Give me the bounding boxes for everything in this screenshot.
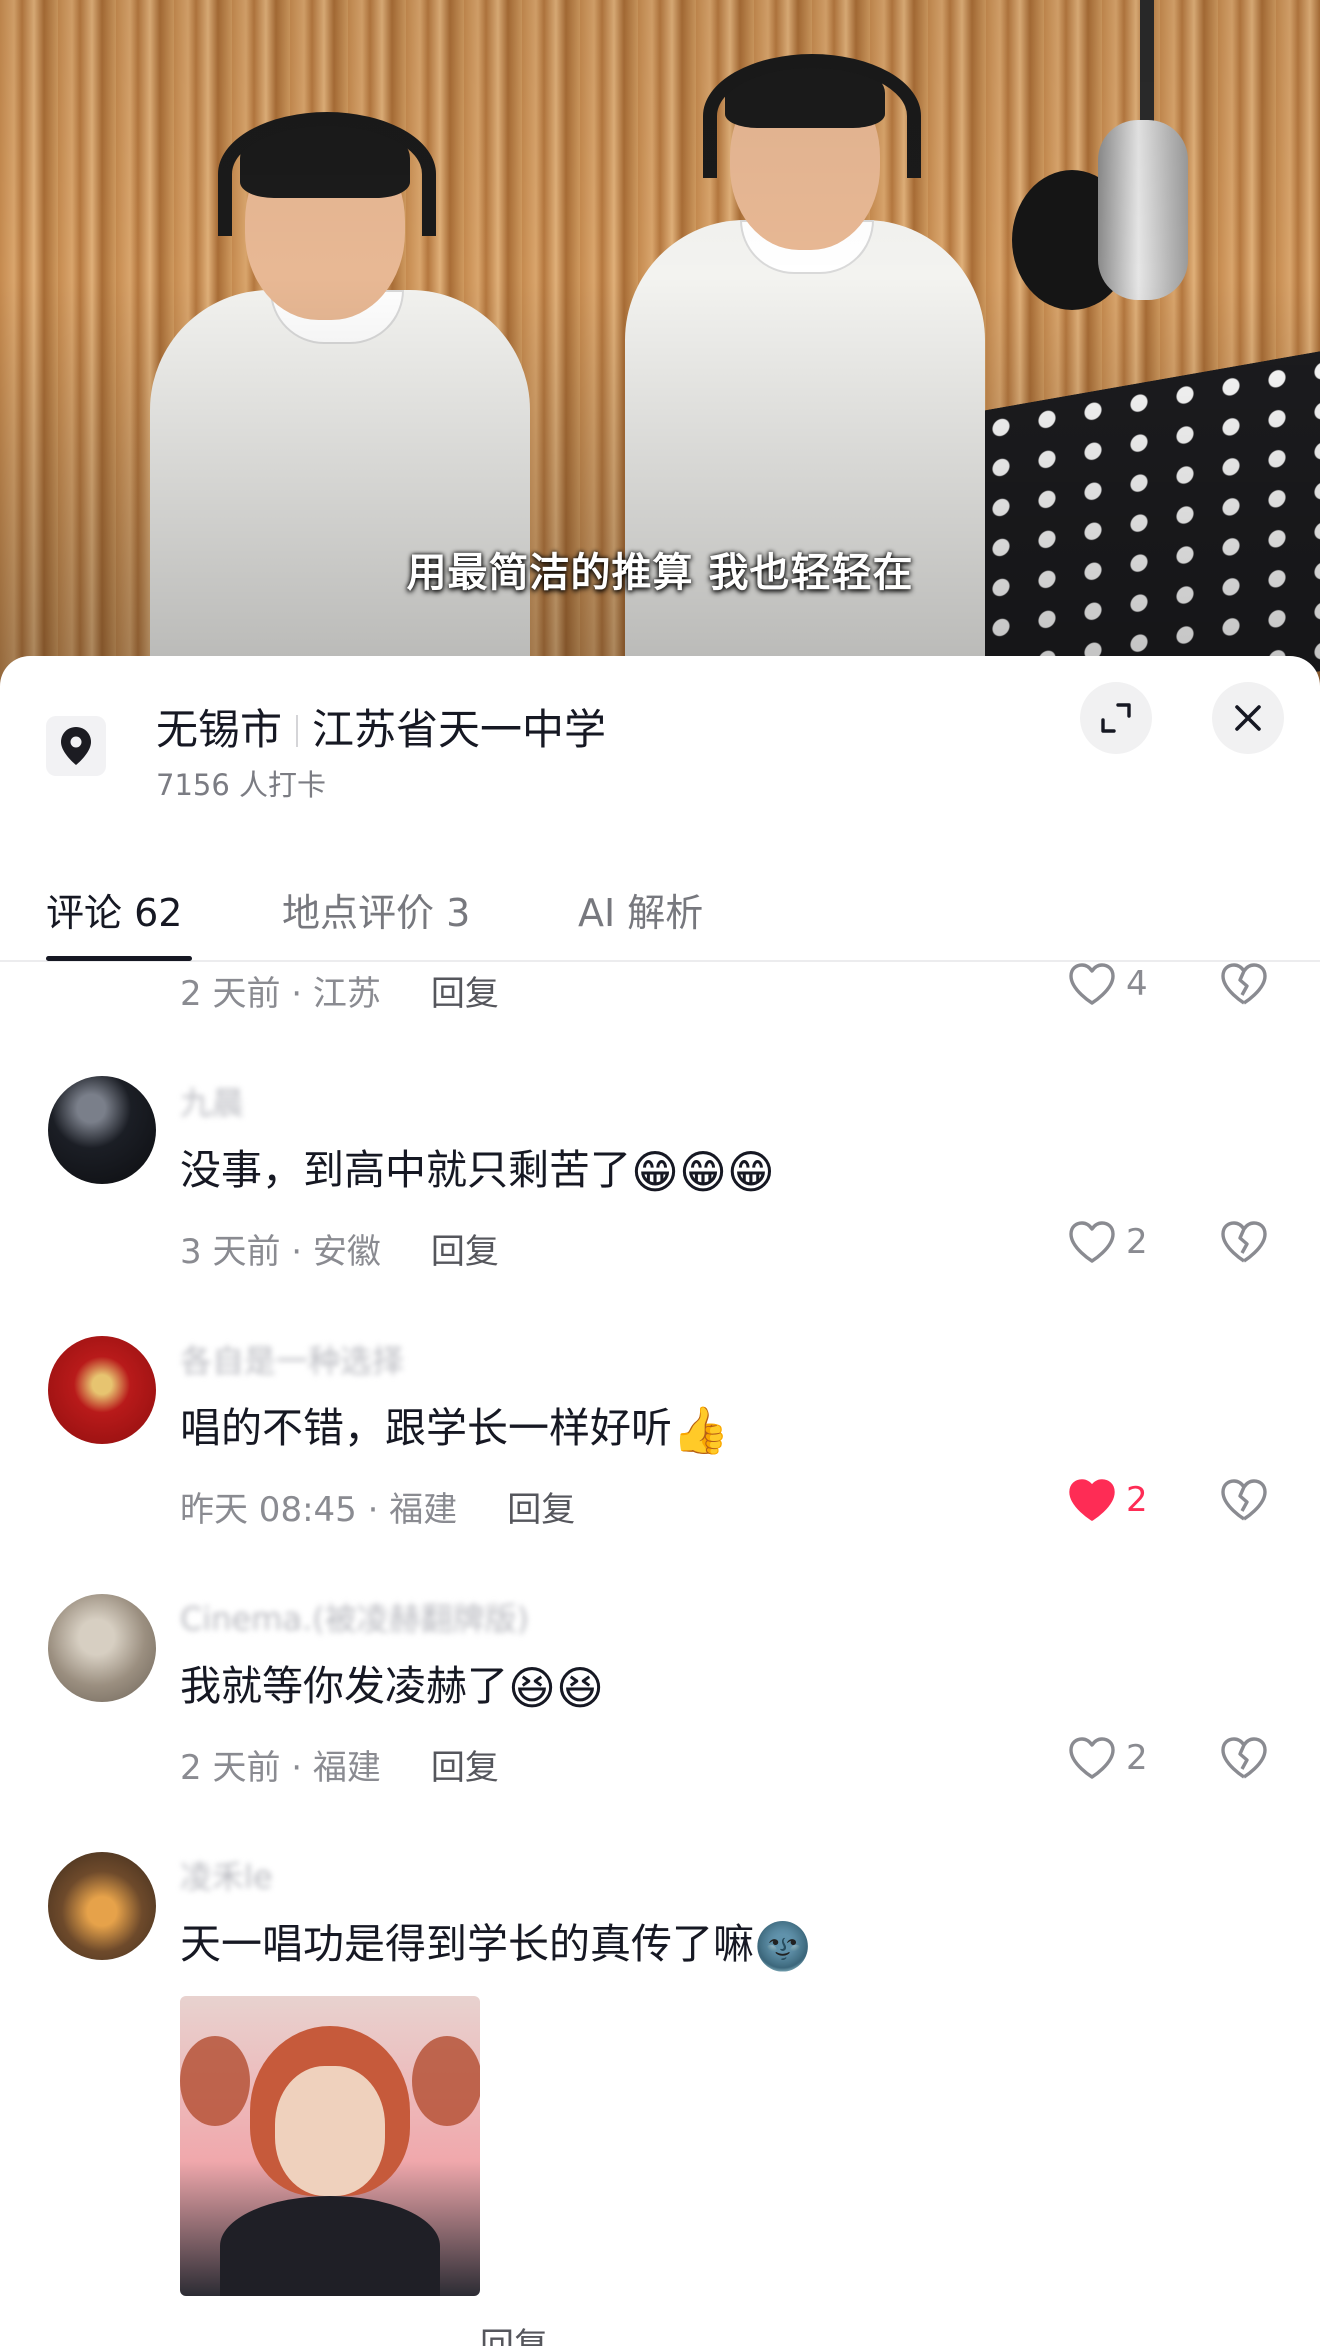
expand-button[interactable] <box>1080 682 1152 754</box>
avatar[interactable] <box>48 1336 156 1444</box>
username[interactable]: 九晨 <box>180 1078 244 1124</box>
thumbs-up-emoji: 👍 <box>672 1403 730 1457</box>
tab-bar: 评论 62 地点评价 3 AI 解析 <box>0 868 1320 962</box>
grin-emoji: 😁😁😁 <box>631 1145 775 1199</box>
reply-button[interactable]: 回复 <box>431 1232 499 1272</box>
comment-time-location: 3 天前 · 安徽 <box>180 1232 381 1272</box>
tab-place-reviews[interactable]: 地点评价 3 <box>282 882 470 937</box>
dislike-button[interactable] <box>1220 1736 1268 1784</box>
heart-outline-icon <box>1069 1737 1115 1779</box>
comment-time-location: 2 天前 · 江苏 <box>180 974 381 1014</box>
reply-button[interactable]: 回复 <box>431 1748 499 1788</box>
broken-heart-icon <box>1221 1221 1267 1263</box>
close-button[interactable] <box>1212 682 1284 754</box>
location-place: 江苏省天一中学 <box>312 705 607 754</box>
moon-face-emoji: 🌚 <box>754 1919 812 1973</box>
comment-text: 天一唱功是得到学长的真传了嘛🌚 <box>180 1910 811 1970</box>
video-player[interactable]: 用最简洁的推算 我也轻轻在 <box>0 0 1320 690</box>
reply-button[interactable]: 回复 <box>507 1490 575 1530</box>
comment-text: 我就等你发凌赫了😆😆 <box>180 1652 604 1712</box>
comment-time-location: 2 天前 · 福建 <box>180 1748 381 1788</box>
dislike-button[interactable] <box>1220 1220 1268 1268</box>
broken-heart-icon <box>1221 1737 1267 1779</box>
comment-time-location: 昨天 08:45 · 福建 <box>180 1490 458 1530</box>
dislike-button[interactable] <box>1220 1478 1268 1526</box>
comment-text: 唱的不错，跟学长一样好听👍 <box>180 1394 729 1454</box>
username[interactable]: 凌禾le <box>180 1852 273 1898</box>
comment-body: 我就等你发凌赫了 <box>180 1662 508 1710</box>
heart-outline-icon <box>1069 1221 1115 1263</box>
avatar[interactable] <box>48 1594 156 1702</box>
dislike-button[interactable] <box>1220 962 1268 1010</box>
like-button[interactable]: 2 <box>1068 1736 1148 1780</box>
laughing-emoji: 😆😆 <box>508 1661 604 1715</box>
like-button[interactable]: 4 <box>1068 962 1148 1006</box>
tab-ai-analysis[interactable]: AI 解析 <box>578 882 703 937</box>
comment-body: 天一唱功是得到学长的真传了嘛 <box>180 1920 754 1968</box>
location-city: 无锡市 <box>156 705 283 754</box>
like-count: 4 <box>1126 964 1148 1004</box>
like-count: 2 <box>1126 1222 1148 1262</box>
username[interactable]: Cinema.(被凌赫翻牌版) <box>180 1594 529 1640</box>
location-title[interactable]: 无锡市 江苏省天一中学 <box>156 696 606 757</box>
like-button[interactable]: 2 <box>1068 1478 1148 1522</box>
heart-filled-icon <box>1069 1479 1115 1521</box>
avatar[interactable] <box>48 1852 156 1960</box>
heart-outline-icon <box>1069 963 1115 1005</box>
avatar[interactable] <box>48 1076 156 1184</box>
comment-meta: 昨天 08:45 · 福建 回复 <box>180 1482 575 1531</box>
close-icon <box>1235 705 1261 731</box>
active-tab-indicator <box>46 956 192 961</box>
expand-icon <box>1101 703 1131 733</box>
reply-button[interactable]: 回复 <box>480 2326 548 2346</box>
like-count: 2 <box>1126 1738 1148 1778</box>
comment-body: 没事，到高中就只剩苦了 <box>180 1146 631 1194</box>
location-pin-icon <box>61 727 91 765</box>
title-separator <box>296 715 299 747</box>
comment-meta: 2 天前 · 江苏 回复 <box>180 966 499 1015</box>
location-icon-box <box>46 716 106 776</box>
comment-sheet: 无锡市 江苏省天一中学 7156 人打卡 评论 62 地点评价 3 AI 解析 2… <box>0 656 1320 2346</box>
broken-heart-icon <box>1221 963 1267 1005</box>
tab-comments[interactable]: 评论 62 <box>46 882 182 937</box>
comment-meta: 回复 <box>180 2318 548 2346</box>
like-button[interactable]: 2 <box>1068 1220 1148 1264</box>
reply-button[interactable]: 回复 <box>431 974 499 1014</box>
username[interactable]: 各自是一种选择 <box>180 1336 404 1382</box>
comment-body: 唱的不错，跟学长一样好听 <box>180 1404 672 1452</box>
broken-heart-icon <box>1221 1479 1267 1521</box>
like-count: 2 <box>1126 1480 1148 1520</box>
comment-image[interactable] <box>180 1996 480 2296</box>
comment-text: 没事，到高中就只剩苦了😁😁😁 <box>180 1136 775 1196</box>
comment-meta: 2 天前 · 福建 回复 <box>180 1740 499 1789</box>
video-subtitle: 用最简洁的推算 我也轻轻在 <box>406 550 914 596</box>
comment-meta: 3 天前 · 安徽 回复 <box>180 1224 499 1273</box>
checkin-count: 7156 人打卡 <box>156 768 327 802</box>
